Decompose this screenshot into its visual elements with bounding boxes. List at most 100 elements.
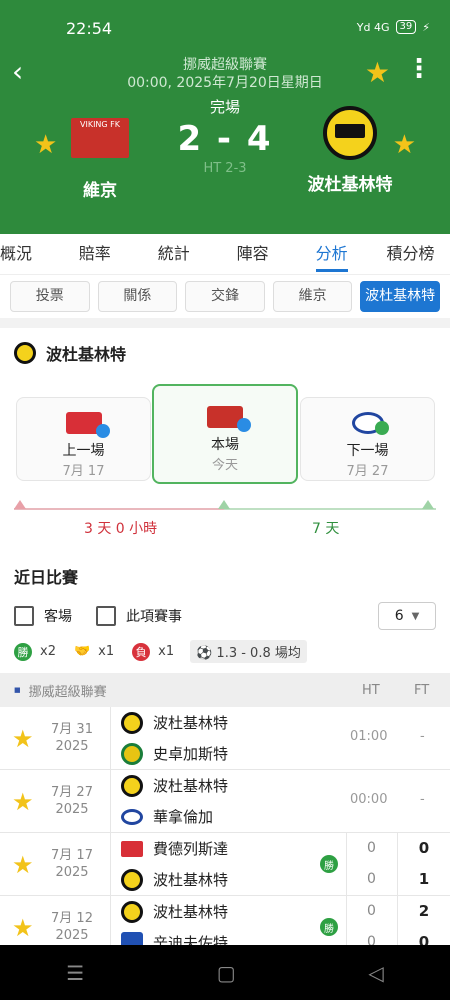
row-away-team: 史卓加斯特 (153, 745, 229, 763)
bodo-glimt-logo (121, 900, 143, 923)
fixture-carousel: 上一場 7月 17 本場 今天 下一場 7月 27 (0, 384, 450, 492)
team-section-header: 波杜基林特 (0, 328, 450, 378)
away-team-name: 波杜基林特 (307, 175, 393, 195)
bodo-glimt-logo (323, 106, 377, 160)
match-header: 22:54 Yd 4G 39 ⚡ ‹ 挪威超級聯賽 00:00, 2025年7月… (0, 0, 450, 234)
gap-previous: 3 天 0 小時 (84, 521, 158, 537)
analysis-subtabs: 投票 關係 交鋒 維京 波杜基林特 (0, 274, 450, 318)
row-home-team: 波杜基林特 (153, 903, 229, 921)
next-match-label: 下一場 (346, 443, 389, 459)
match-count-select[interactable]: 6 ▼ (378, 602, 436, 630)
goal-average-text: 1.3 - 0.8 場均 (216, 646, 301, 661)
row-ft-score: 01 (397, 833, 450, 895)
fredrikstad-logo (121, 840, 143, 857)
battery-icon: 39 (395, 20, 417, 34)
away-favorite-star-icon[interactable]: ★ (393, 130, 416, 160)
tab-odds[interactable]: 賠率 (55, 234, 134, 274)
row-date: 7月 17 2025 (51, 848, 93, 880)
row-away-team: 華拿倫加 (153, 808, 214, 826)
tab-overview[interactable]: 概況 (0, 234, 55, 274)
tab-stats[interactable]: 統計 (134, 234, 213, 274)
timeline-marker (14, 500, 26, 509)
away-only-label: 客場 (44, 609, 72, 625)
system-nav-bar: ☰ ▢ ◁ (0, 945, 450, 1000)
tab-analysis[interactable]: 分析 (292, 234, 371, 274)
league-table-header: ■ 挪威超級聯賽 HT FT (0, 673, 450, 707)
next-match-card[interactable]: 下一場 7月 27 (300, 397, 435, 481)
tab-standings[interactable]: 積分榜 (371, 234, 450, 274)
status-bar: 22:54 Yd 4G 39 ⚡ (0, 0, 450, 52)
win-count: x2 (40, 644, 56, 659)
table-row[interactable]: ★ 7月 27 2025 波杜基林特 華拿倫加 00:00 - (0, 770, 450, 833)
table-league-name: 挪威超級聯賽 (28, 684, 107, 700)
fixture-timeline: 3 天 0 小時 7 天 (14, 498, 436, 546)
current-match-card[interactable]: 本場 今天 (152, 384, 298, 484)
recent-summary: 勝 x2 🤝 x1 負 x1 ⚽ 1.3 - 0.8 場均 (0, 636, 450, 673)
handshake-icon: 🤝 (73, 644, 91, 659)
row-ft-placeholder: - (420, 792, 425, 807)
bodo-glimt-logo (121, 711, 143, 734)
row-home-team: 波杜基林特 (153, 714, 229, 732)
row-kickoff-time: 00:00 (350, 792, 388, 807)
charging-icon: ⚡ (422, 20, 430, 34)
status-icons: Yd 4G 39 ⚡ (357, 20, 430, 34)
menu-icon[interactable]: ☰ (66, 961, 84, 985)
row-home-team: 波杜基林特 (153, 777, 229, 795)
star-icon[interactable]: ★ (12, 851, 34, 879)
away-only-checkbox[interactable] (14, 606, 34, 626)
subtab-home-team[interactable]: 維京 (272, 281, 353, 312)
opponent-logo (65, 412, 110, 438)
star-icon[interactable]: ★ (12, 914, 34, 942)
row-teams: 波杜基林特 華拿倫加 (110, 770, 346, 832)
row-teams: 波杜基林特 史卓加斯特 (110, 707, 346, 769)
signal-icon: Yd 4G (356, 20, 390, 34)
main-tabs: 概況 賠率 統計 陣容 分析 積分榜 (0, 234, 450, 274)
star-icon[interactable]: ★ (12, 725, 34, 753)
row-away-team: 波杜基林特 (153, 871, 229, 889)
away-badge-icon (237, 418, 251, 432)
win-result-badge: 勝 (320, 918, 338, 936)
more-options-icon[interactable]: ⋮ (406, 54, 432, 84)
opponent-logo (207, 406, 251, 432)
stromsgodset-logo (121, 742, 143, 765)
row-teams: 費德列斯達 波杜基林特 勝 (110, 833, 346, 895)
opponent-logo (351, 412, 389, 435)
gap-next: 7 天 (312, 521, 340, 537)
row-date: 7月 27 2025 (51, 785, 93, 817)
win-badge: 勝 (14, 642, 32, 661)
table-row[interactable]: ★ 7月 17 2025 費德列斯達 波杜基林特 勝 00 01 (0, 833, 450, 896)
home-icon[interactable]: ▢ (217, 961, 236, 985)
recent-filters: 客場 此項賽事 6 ▼ (0, 596, 450, 636)
timeline-prev-bar (14, 508, 224, 510)
same-competition-checkbox[interactable] (96, 606, 116, 626)
subtab-away-team[interactable]: 波杜基林特 (360, 281, 440, 312)
bodo-glimt-logo (121, 868, 143, 891)
clock: 22:54 (66, 19, 113, 38)
subtab-h2h[interactable]: 交鋒 (185, 281, 265, 312)
row-date: 7月 31 2025 (51, 722, 93, 754)
league-logo-icon: ■ (14, 686, 21, 694)
back-nav-icon[interactable]: ◁ (368, 961, 383, 985)
recent-matches-title: 近日比賽 (14, 568, 79, 587)
subtab-vote[interactable]: 投票 (10, 281, 90, 312)
bodo-glimt-logo (14, 342, 36, 364)
home-team-name: 維京 (83, 181, 117, 201)
row-date: 7月 12 2025 (51, 911, 93, 943)
timeline-next-bar (224, 508, 436, 510)
timeline-marker (422, 500, 434, 509)
previous-match-card[interactable]: 上一場 7月 17 (16, 397, 151, 481)
subtab-relation[interactable]: 關係 (97, 281, 178, 312)
table-row[interactable]: ★ 7月 31 2025 波杜基林特 史卓加斯特 01:00 - (0, 707, 450, 770)
match-count-value: 6 (394, 608, 404, 624)
win-result-badge: 勝 (320, 855, 338, 873)
favorite-star-icon[interactable]: ★ (365, 56, 390, 89)
ft-column-header: FT (414, 682, 430, 698)
tab-lineup[interactable]: 陣容 (213, 234, 292, 274)
goal-average: ⚽ 1.3 - 0.8 場均 (190, 640, 307, 663)
row-ft-placeholder: - (420, 729, 425, 744)
row-ht-score: 00 (346, 833, 396, 895)
star-icon[interactable]: ★ (12, 788, 34, 816)
bodo-glimt-logo (121, 774, 143, 797)
away-badge-icon (95, 424, 110, 438)
previous-match-date: 7月 17 (62, 464, 105, 479)
